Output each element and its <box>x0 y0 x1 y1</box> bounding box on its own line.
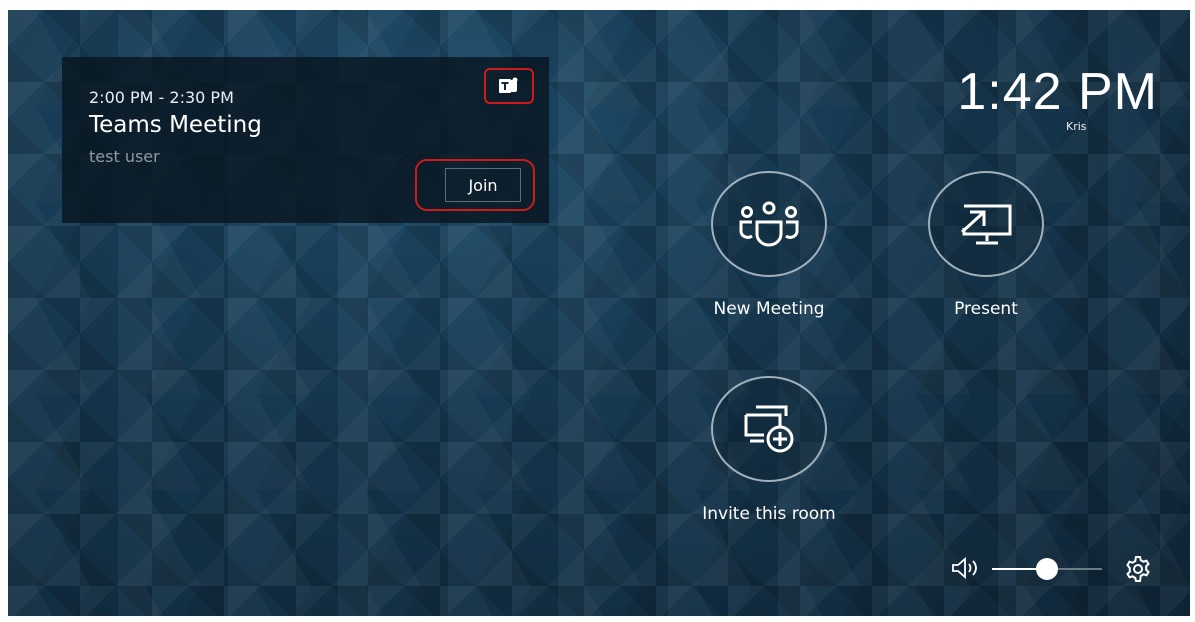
teams-icon <box>499 77 518 93</box>
room-console-screen: 2:00 PM - 2:30 PM Teams Meeting test use… <box>8 10 1190 616</box>
volume-slider-thumb[interactable] <box>1036 558 1058 580</box>
speaker-icon[interactable] <box>950 556 980 580</box>
join-button[interactable]: Join <box>445 168 521 202</box>
present-label: Present <box>954 299 1018 319</box>
present-action[interactable]: Present <box>906 171 1066 319</box>
room-name: Kris <box>1066 120 1087 133</box>
new-meeting-action[interactable]: New Meeting <box>689 171 849 319</box>
bottom-controls <box>948 554 1168 584</box>
gear-icon[interactable] <box>1124 555 1152 583</box>
meeting-time: 2:00 PM - 2:30 PM <box>89 88 234 107</box>
people-icon <box>739 201 799 247</box>
new-meeting-label: New Meeting <box>713 299 825 319</box>
screen-share-icon <box>960 204 1012 245</box>
clock: 1:42 PM <box>957 63 1158 121</box>
new-meeting-button[interactable] <box>711 171 827 277</box>
present-button[interactable] <box>928 171 1044 277</box>
meeting-card[interactable]: 2:00 PM - 2:30 PM Teams Meeting test use… <box>62 57 549 223</box>
volume-slider[interactable] <box>992 558 1102 580</box>
invite-room-button[interactable] <box>711 376 827 482</box>
teams-icon-highlight <box>484 68 534 104</box>
invite-room-label: Invite this room <box>702 504 836 524</box>
meeting-organizer: test user <box>89 147 160 166</box>
meeting-title: Teams Meeting <box>89 112 262 138</box>
invite-room-action[interactable]: Invite this room <box>689 376 849 524</box>
add-display-icon <box>744 405 794 453</box>
